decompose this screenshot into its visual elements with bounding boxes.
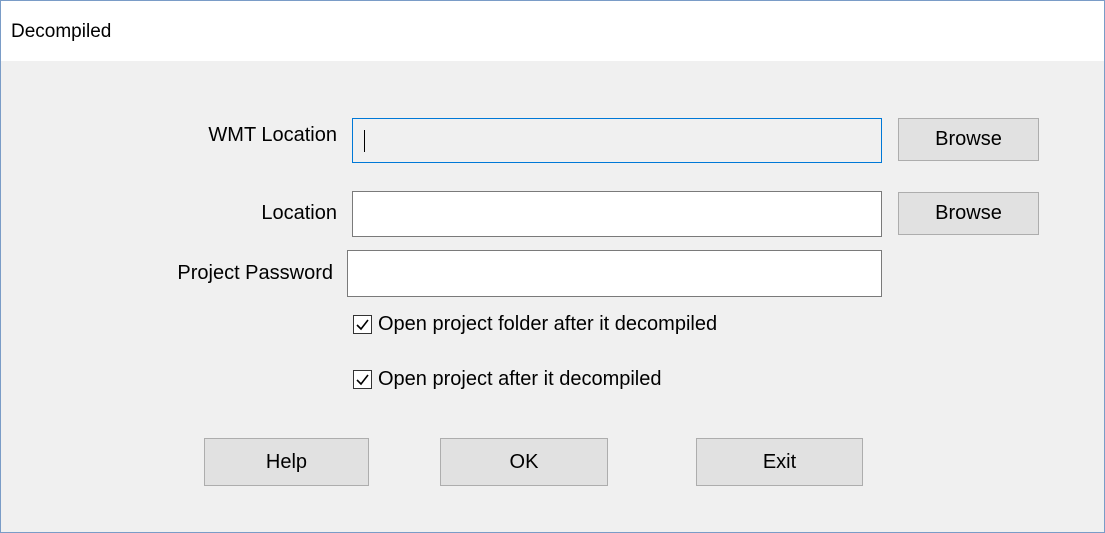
check-icon xyxy=(356,374,369,386)
exit-button[interactable]: Exit xyxy=(696,438,863,486)
open-folder-checkbox[interactable] xyxy=(353,315,372,334)
project-password-label: Project Password xyxy=(177,262,333,284)
wmt-location-input[interactable] xyxy=(353,119,881,162)
help-button[interactable]: Help xyxy=(204,438,369,486)
open-folder-label: Open project folder after it decompiled xyxy=(378,313,718,335)
project-password-field[interactable] xyxy=(347,250,882,297)
open-project-label: Open project after it decompiled xyxy=(378,368,662,390)
text-caret xyxy=(364,130,365,152)
decompile-dialog: Decompiled WMT Location Browse Location … xyxy=(0,0,1105,533)
project-password-input[interactable] xyxy=(348,251,881,296)
window-title: Decompiled xyxy=(11,21,112,42)
location-label: Location xyxy=(261,202,337,224)
open-project-checkbox[interactable] xyxy=(353,370,372,389)
open-project-option[interactable]: Open project after it decompiled xyxy=(353,368,662,391)
location-field[interactable] xyxy=(352,191,882,237)
location-browse-button[interactable]: Browse xyxy=(898,192,1039,235)
open-folder-option[interactable]: Open project folder after it decompiled xyxy=(353,313,717,336)
wmt-location-label: WMT Location xyxy=(208,124,337,146)
ok-button[interactable]: OK xyxy=(440,438,608,486)
wmt-location-field[interactable] xyxy=(352,118,882,163)
title-bar: Decompiled xyxy=(1,1,1104,61)
check-icon xyxy=(356,319,369,331)
location-input[interactable] xyxy=(353,192,881,236)
wmt-browse-button[interactable]: Browse xyxy=(898,118,1039,161)
